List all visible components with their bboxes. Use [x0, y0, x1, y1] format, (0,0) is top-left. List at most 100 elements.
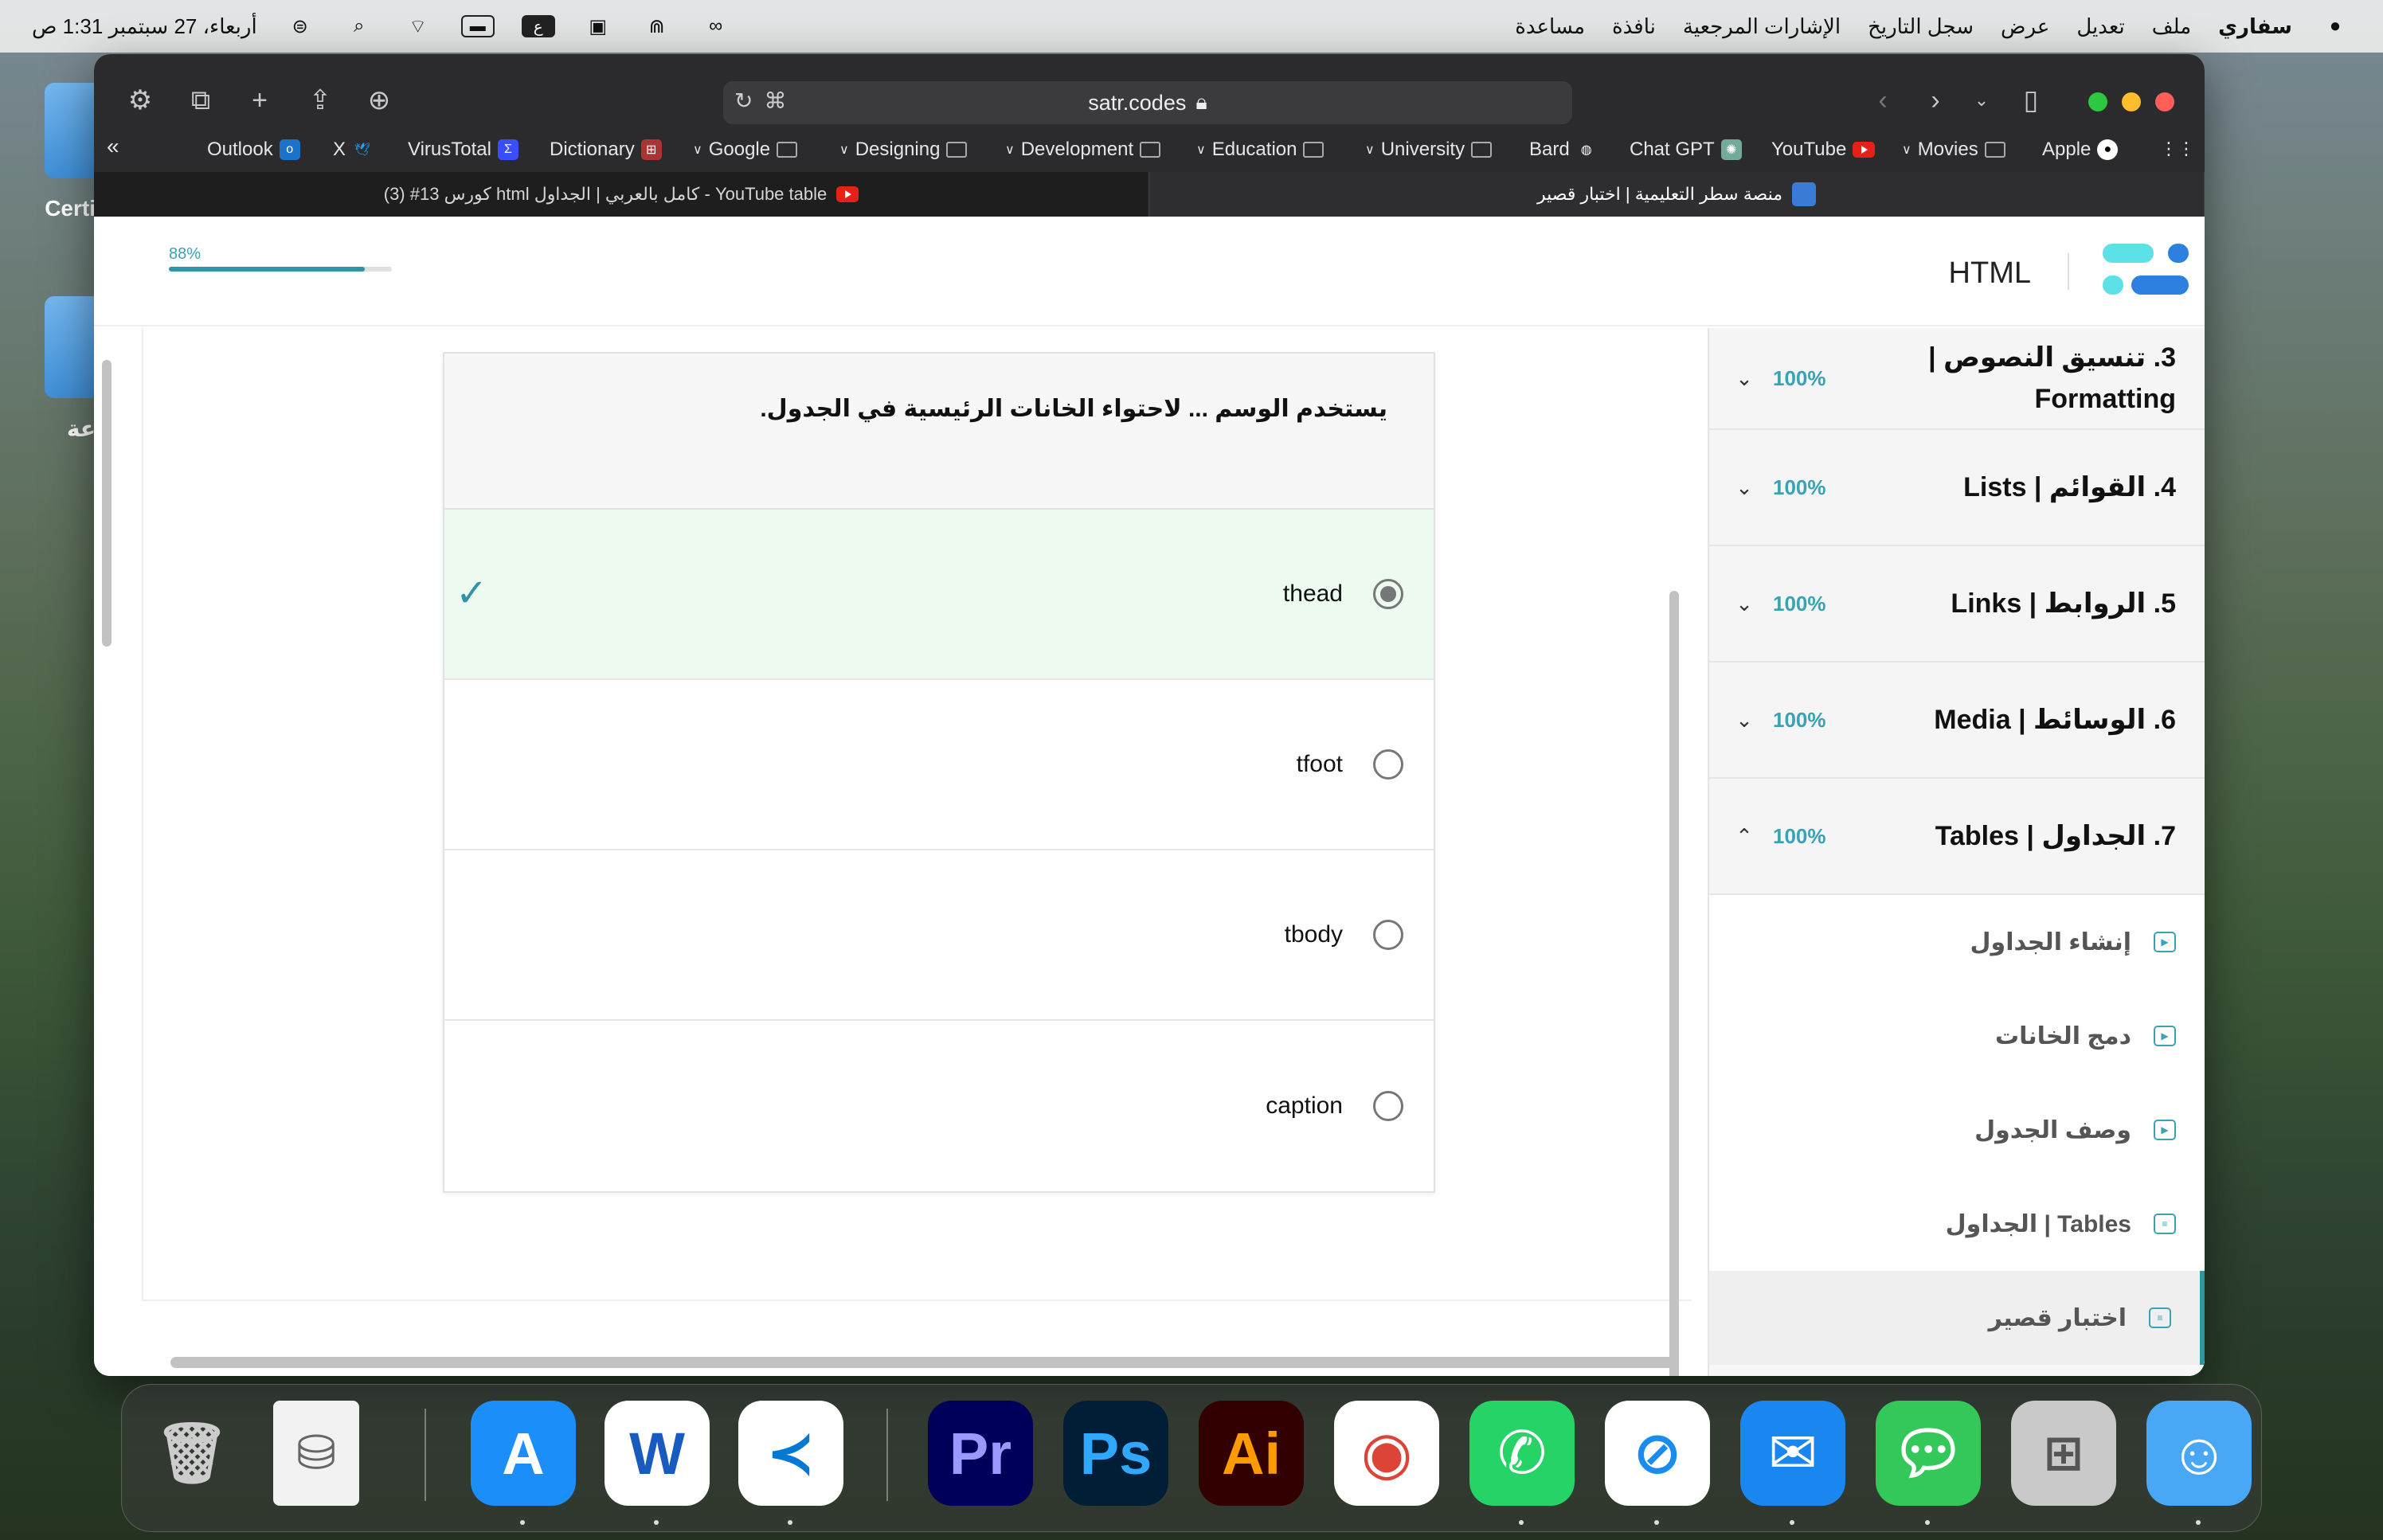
finder-icon[interactable]: ☺ — [2146, 1401, 2252, 1506]
section-lists[interactable]: ⌄ 100% 4. القوائم | Lists — [1709, 430, 2205, 546]
back-icon[interactable]: ‹ — [1865, 83, 1900, 118]
whatsapp-icon[interactable]: ✆ — [1469, 1401, 1575, 1506]
trash-icon[interactable]: 🗑︎ — [139, 1401, 245, 1506]
section-title: 5. الروابط | Links — [1951, 588, 2176, 619]
apple-menu-icon[interactable]: ● — [2319, 15, 2351, 37]
creative-cloud-icon[interactable]: ∞ — [700, 15, 732, 37]
bookmark-folder-development[interactable]: ∨ Development — [1005, 139, 1161, 161]
horizontal-scrollbar[interactable] — [170, 1357, 1676, 1368]
stage-manager-icon[interactable]: ▣ — [582, 16, 614, 37]
bookmark-outlook[interactable]: Outlook o — [207, 139, 300, 161]
radio-button[interactable] — [1373, 579, 1403, 609]
desktop-folder[interactable]: Certi — [0, 83, 96, 221]
forward-icon[interactable]: › — [1918, 83, 1953, 118]
mail-icon[interactable]: ✉ — [1740, 1401, 1845, 1506]
bookmark-dictionary[interactable]: Dictionary ⊞ — [550, 139, 662, 161]
menu-help[interactable]: مساعدة — [1515, 14, 1585, 39]
lesson-short-quiz[interactable]: اختبار قصير ≡ — [1709, 1271, 2205, 1365]
illustrator-icon[interactable]: Ai — [1199, 1401, 1304, 1506]
input-source-indicator[interactable]: ع — [521, 15, 555, 37]
minimize-button[interactable] — [2122, 92, 2141, 111]
photoshop-icon[interactable]: Ps — [1063, 1401, 1168, 1506]
zoom-button[interactable] — [2088, 92, 2107, 111]
chevron-down-icon: ∨ — [1005, 143, 1015, 157]
menu-view[interactable]: عرض — [2001, 14, 2049, 39]
lesson-table-caption[interactable]: وصف الجدول ▶ — [1709, 1083, 2205, 1177]
share-icon[interactable]: ⇪ — [303, 83, 338, 118]
lesson-tables-article[interactable]: الجداول | Tables ≡ — [1709, 1177, 2205, 1271]
bookmark-folder-education[interactable]: ∨ Education — [1196, 139, 1325, 161]
settings-icon[interactable]: ⚙ — [123, 83, 158, 118]
disk-utility-icon[interactable]: ⛁ — [273, 1401, 359, 1506]
bookmark-folder-university[interactable]: ∨ University — [1365, 139, 1493, 161]
address-bar[interactable]: ↻ ⌘ satr.codes 🔒︎ — [723, 81, 1572, 124]
wifi-icon[interactable]: ⌔ — [402, 16, 434, 37]
option-tbody[interactable]: tbody — [444, 850, 1434, 1021]
downloads-icon[interactable]: ⊕ — [362, 83, 397, 118]
bookmark-youtube[interactable]: YouTube — [1771, 139, 1876, 161]
menu-window[interactable]: نافذة — [1612, 14, 1656, 39]
lesson-label: اختبار قصير — [1988, 1304, 2127, 1331]
airpods-icon[interactable]: ⋒ — [641, 16, 673, 37]
section-links[interactable]: ⌄ 100% 5. الروابط | Links — [1709, 546, 2205, 663]
more-bookmarks-icon[interactable]: ⋮⋮ — [2160, 139, 2195, 159]
menu-file[interactable]: ملف — [2152, 14, 2191, 39]
option-label: tfoot — [1296, 751, 1343, 777]
tab-overview-icon[interactable]: ⧉ — [183, 83, 218, 118]
battery-icon[interactable]: ▬ — [460, 15, 495, 37]
safari-icon[interactable]: ⊘ — [1605, 1401, 1710, 1506]
option-caption[interactable]: caption — [444, 1021, 1434, 1191]
tab-group-chevron-icon[interactable]: ⌄ — [1964, 83, 1999, 118]
youtube-icon — [836, 186, 859, 202]
messages-icon[interactable]: 💬︎ — [1876, 1401, 1981, 1506]
bookmark-folder-movies[interactable]: ∨ Movies — [1902, 139, 2005, 161]
app-store-icon[interactable]: A — [471, 1401, 576, 1506]
content-scrollbar[interactable] — [1669, 591, 1679, 1376]
section-tables[interactable]: ⌃ 100% 7. الجداول | Tables — [1709, 779, 2205, 895]
bookmark-chatgpt[interactable]: Chat GPT ✺ — [1630, 139, 1742, 161]
vscode-icon[interactable]: ≺ — [738, 1401, 843, 1506]
desktop-folder[interactable]: عة — [0, 296, 96, 442]
bookmark-apple[interactable]: Apple ● — [2042, 139, 2119, 161]
option-thead[interactable]: ✓ thead — [444, 510, 1434, 680]
menu-bookmarks[interactable]: الإشارات المرجعية — [1683, 14, 1841, 39]
translate-icon[interactable]: ⌘ — [764, 88, 786, 114]
bookmark-folder-designing[interactable]: ∨ Designing — [839, 139, 968, 161]
folder-icon — [45, 83, 96, 178]
word-icon[interactable]: W — [605, 1401, 710, 1506]
launchpad-icon[interactable]: ⊞ — [2011, 1401, 2116, 1506]
control-center-icon[interactable]: ⊜ — [284, 16, 316, 37]
menu-app-name[interactable]: سفاري — [2218, 14, 2292, 39]
bookmark-folder-google[interactable]: ∨ Google — [693, 139, 798, 161]
tab-youtube[interactable]: (3) #13 كورس html كامل بالعربي | الجداول… — [94, 172, 1149, 217]
tab-satr-quiz[interactable]: منصة سطر التعليمية | اختبار قصير — [1149, 172, 2205, 217]
bookmark-x[interactable]: X 🕊︎ — [333, 139, 373, 161]
lesson-merge-cells[interactable]: دمج الخانات ▶ — [1709, 989, 2205, 1083]
section-media[interactable]: ⌄ 100% 6. الوسائط | Media — [1709, 663, 2205, 779]
lesson-create-tables[interactable]: إنشاء الجداول ▶ — [1709, 895, 2205, 989]
bookmark-virustotal[interactable]: VirusTotal Σ — [408, 139, 518, 161]
collapse-bookmarks-icon[interactable]: « — [107, 134, 119, 159]
new-tab-icon[interactable]: + — [242, 83, 277, 118]
close-button[interactable] — [2155, 92, 2174, 111]
progress-track — [169, 267, 392, 272]
radio-button[interactable] — [1373, 1091, 1403, 1121]
page-scrollbar[interactable] — [102, 328, 112, 1376]
radio-button[interactable] — [1373, 749, 1403, 780]
folder-icon — [45, 296, 96, 398]
clock[interactable]: أربعاء، 27 سبتمبر 1:31 ص — [32, 14, 257, 39]
menu-history[interactable]: سجل التاريخ — [1868, 14, 1974, 39]
course-header: HTML 88% — [94, 217, 2205, 326]
spotlight-search-icon[interactable]: ⌕ — [343, 15, 375, 37]
dock-separator — [425, 1409, 426, 1501]
bookmark-bard[interactable]: Bard ◍ — [1529, 139, 1597, 161]
option-tfoot[interactable]: tfoot — [444, 680, 1434, 850]
radio-button[interactable] — [1373, 920, 1403, 950]
reload-icon[interactable]: ↻ — [734, 88, 753, 114]
chrome-icon[interactable]: ◉ — [1334, 1401, 1439, 1506]
section-formatting[interactable]: ⌄ 100% 3. تنسيق النصوص | Formatting — [1709, 328, 2205, 430]
sidebar-toggle-icon[interactable]: ▯ — [2013, 83, 2048, 118]
menu-edit[interactable]: تعديل — [2076, 14, 2124, 39]
satr-logo[interactable] — [2101, 244, 2189, 299]
premiere-pro-icon[interactable]: Pr — [928, 1401, 1033, 1506]
